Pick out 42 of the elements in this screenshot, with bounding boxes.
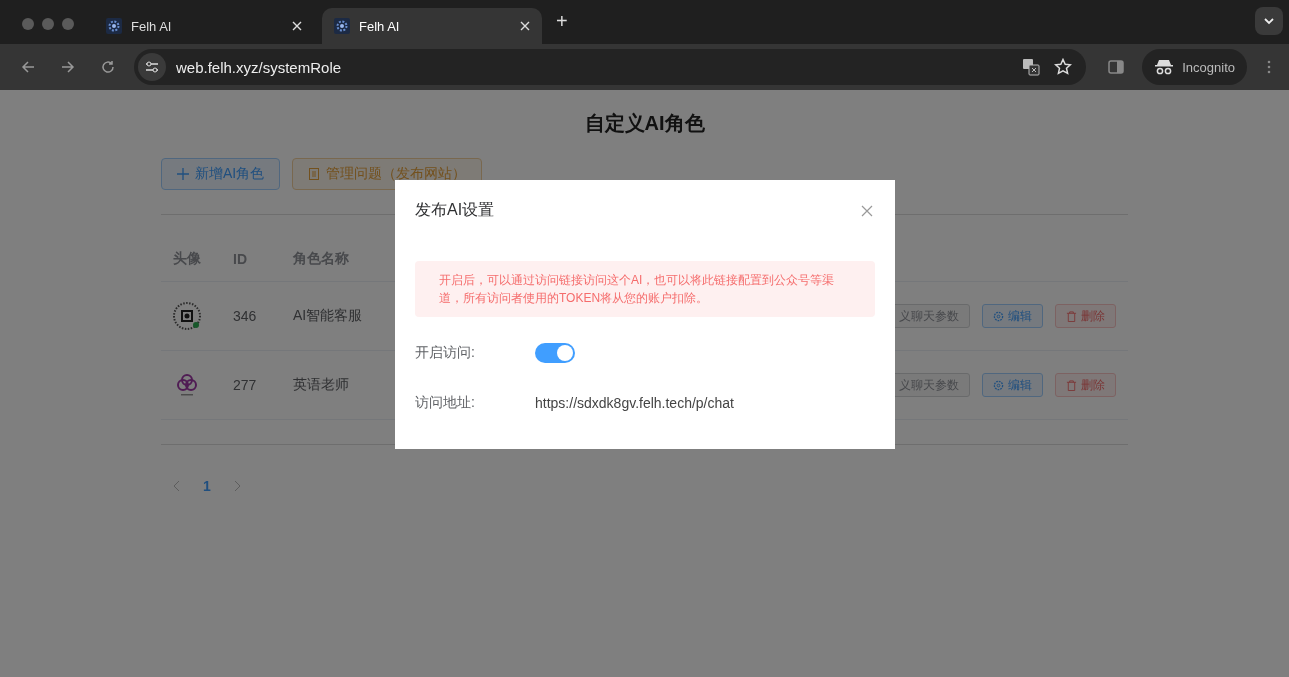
star-icon[interactable] <box>1054 58 1073 76</box>
toolbar-button[interactable]: 新增AI角色 <box>161 158 281 190</box>
row-action-button[interactable]: 删除 <box>1055 373 1116 397</box>
document-icon <box>308 168 321 180</box>
close-light[interactable] <box>22 18 34 30</box>
url-text: web.felh.xyz/systemRole <box>176 58 342 76</box>
minimize-light[interactable] <box>42 18 54 30</box>
row-action-button[interactable]: 编辑 <box>982 304 1043 328</box>
dialog-title: 发布AI设置 <box>415 200 495 220</box>
sliders-icon[interactable] <box>138 53 166 81</box>
table-cell-text: 英语老师 <box>293 376 350 394</box>
browser-tab[interactable]: Felh AI <box>94 8 314 44</box>
row-action-button[interactable]: 删除 <box>1055 304 1116 328</box>
page-number[interactable]: 1 <box>203 478 211 494</box>
trash-icon <box>1066 379 1077 391</box>
side-panel-icon[interactable] <box>1108 59 1125 75</box>
more-icon[interactable] <box>1267 59 1271 75</box>
zoom-light[interactable] <box>62 18 74 30</box>
page-title: 自定义AI角色 <box>583 111 706 136</box>
new-tab-button[interactable]: + <box>550 9 574 39</box>
table-cell-text: 346 <box>233 308 258 324</box>
gear-icon <box>993 379 1004 391</box>
alert-text: 开启后，可以通过访问链接访问这个AI，也可以将此链接配置到公众号等渠道，所有访问者使用的TOKEN将从您的账户扣除。 <box>439 273 835 305</box>
translate-icon[interactable] <box>1022 58 1041 76</box>
hat-glasses-icon <box>1154 59 1175 75</box>
field-label: 访问地址: <box>415 394 476 412</box>
plus-icon <box>177 168 189 180</box>
address-bar[interactable]: web.felh.xyz/systemRole <box>134 49 1087 85</box>
incognito-button[interactable]: Incognito <box>1142 49 1247 85</box>
table-cell-text: 277 <box>233 377 258 393</box>
toggle-switch[interactable] <box>535 343 575 363</box>
row-action-button[interactable]: 编辑 <box>982 373 1043 397</box>
gear-logo-icon <box>106 18 122 34</box>
browser-tab[interactable]: Felh AI <box>322 8 542 44</box>
gear-icon <box>993 310 1004 322</box>
gear-logo-icon <box>334 18 350 34</box>
access-url: https://sdxdk8gv.felh.tech/p/chat <box>535 395 734 411</box>
qr-code-avatar-icon <box>173 302 201 330</box>
table-cell-text: AI智能客服 <box>293 307 364 325</box>
chevron-down-icon[interactable] <box>1255 7 1283 35</box>
field-label: 开启访问: <box>415 344 476 362</box>
trash-icon <box>1066 310 1077 322</box>
